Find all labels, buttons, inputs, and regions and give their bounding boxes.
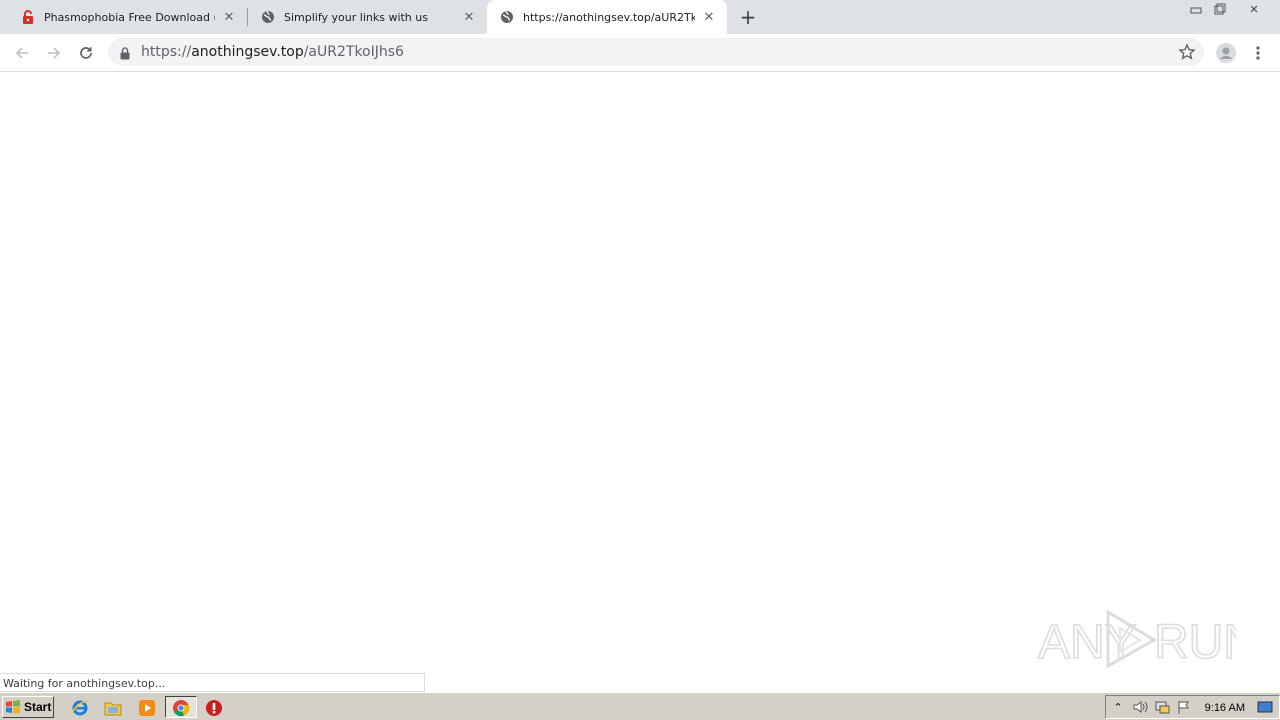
explorer-folder-icon[interactable] (103, 698, 123, 718)
reload-button[interactable] (74, 41, 98, 65)
action-center-flag-icon[interactable] (1174, 697, 1194, 717)
network-icon[interactable] (1152, 697, 1172, 717)
volume-icon[interactable] (1130, 697, 1150, 717)
chrome-icon[interactable] (171, 698, 191, 718)
forward-button[interactable] (42, 41, 66, 65)
back-button[interactable] (10, 41, 34, 65)
tab-title: Phasmophobia Free Download (v0.1 (44, 10, 215, 24)
tab-title: https://anothingsev.top/aUR2TkoIJI (523, 10, 695, 24)
star-icon[interactable] (1178, 43, 1196, 61)
start-button[interactable]: Start (2, 696, 54, 718)
arrow-right-icon (48, 47, 61, 59)
close-icon[interactable]: ✕ (461, 9, 477, 25)
tab-simplify-links[interactable]: Simplify your links with us ✕ (240, 0, 487, 34)
media-player-icon[interactable] (137, 698, 157, 718)
tab-anothingsev[interactable]: https://anothingsev.top/aUR2TkoIJI ✕ (487, 0, 727, 34)
ie-icon[interactable] (70, 698, 90, 718)
address-bar[interactable]: https://anothingsev.top/aUR2TkoIJhs6 (108, 38, 1204, 66)
reload-icon (80, 47, 92, 59)
minimize-button[interactable] (1184, 0, 1208, 18)
watermark-text-left: ANY (1038, 616, 1137, 669)
page-content[interactable] (0, 72, 1280, 692)
restore-button[interactable] (1208, 0, 1232, 18)
globe-icon (260, 9, 276, 25)
show-desktop-icon[interactable] (1255, 697, 1275, 717)
taskbar: Start ⌃ 9:16 AM (0, 692, 1280, 720)
tab-phasmophobia[interactable]: Phasmophobia Free Download (v0.1 ✕ (0, 0, 247, 34)
red-lock-icon (20, 9, 36, 25)
status-bubble: Waiting for anothingsev.top... (0, 673, 425, 692)
watermark-text-right: RUN (1154, 616, 1236, 669)
anyrun-watermark: ANY RUN (1036, 604, 1259, 674)
system-tray: ⌃ 9:16 AM (1105, 695, 1280, 719)
menu-button[interactable] (1246, 41, 1270, 65)
globe-icon (499, 9, 515, 25)
clock[interactable]: 9:16 AM (1205, 702, 1245, 714)
profile-avatar[interactable] (1214, 41, 1238, 65)
new-tab-button[interactable]: + (737, 5, 759, 29)
windows-logo-icon (6, 700, 20, 714)
close-icon[interactable]: ✕ (221, 9, 237, 25)
tab-strip: Phasmophobia Free Download (v0.1 ✕ Simpl… (0, 0, 1280, 34)
tab-title: Simplify your links with us (284, 10, 428, 24)
lock-icon[interactable] (120, 45, 130, 64)
browser-toolbar: https://anothingsev.top/aUR2TkoIJhs6 (0, 34, 1280, 71)
close-window-button[interactable]: ✕ (1240, 0, 1268, 18)
avatar-icon (1216, 43, 1236, 63)
stop-sign-icon[interactable] (204, 698, 224, 718)
arrow-left-icon (15, 47, 28, 59)
start-label: Start (24, 700, 52, 714)
show-hidden-icons-icon[interactable]: ⌃ (1108, 697, 1128, 717)
kebab-menu-icon (1256, 46, 1260, 60)
close-icon[interactable]: ✕ (701, 9, 717, 25)
url-text: https://anothingsev.top/aUR2TkoIJhs6 (141, 44, 404, 60)
